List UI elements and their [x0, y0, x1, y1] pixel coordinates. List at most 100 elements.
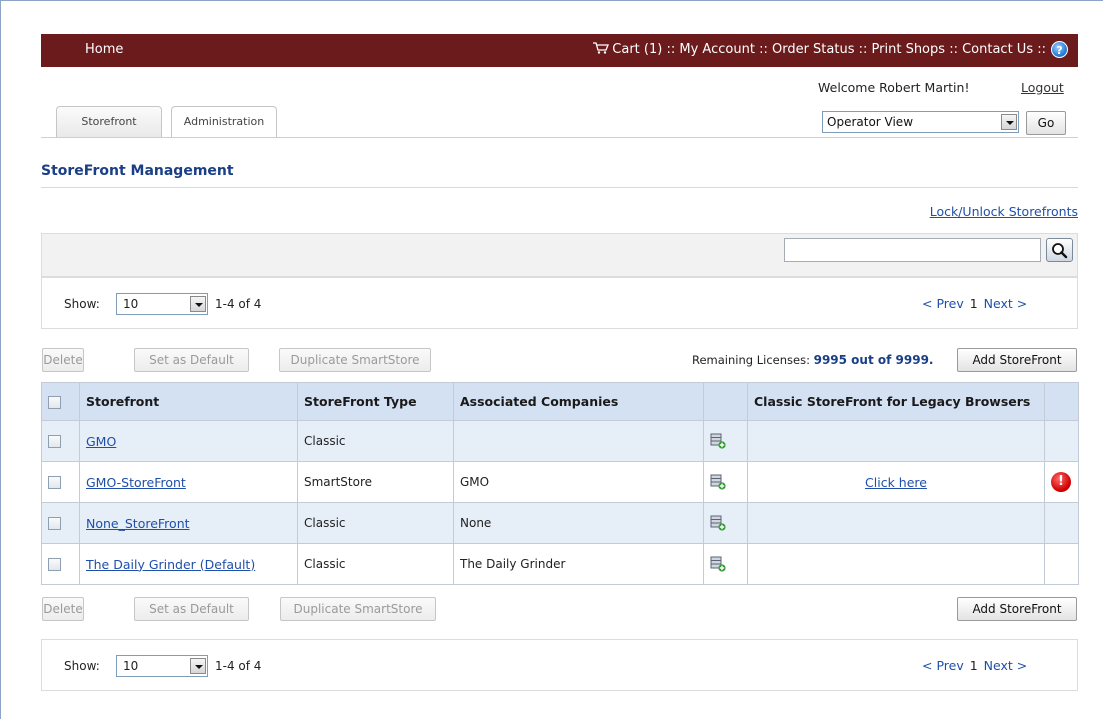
window-border-top — [0, 0, 1103, 1]
nav-cart-link[interactable]: Cart (1) — [612, 42, 662, 57]
database-add-icon[interactable] — [710, 474, 726, 490]
status-cell — [1044, 420, 1079, 462]
delete-button[interactable]: Delete — [42, 348, 84, 372]
prev-page-link[interactable]: < Prev — [922, 658, 964, 673]
row-select-cell — [41, 461, 80, 503]
help-icon[interactable]: ? — [1051, 41, 1068, 58]
duplicate-smartstore-button[interactable]: Duplicate SmartStore — [279, 348, 431, 372]
top-nav-bar: Home Cart (1) :: My Account :: Order Sta… — [41, 34, 1078, 67]
search-input[interactable] — [784, 238, 1041, 262]
nav-home-link[interactable]: Home — [85, 42, 123, 57]
col-header-type[interactable]: StoreFront Type — [297, 382, 454, 421]
search-icon — [1052, 243, 1068, 259]
storefront-type-cell: Classic — [297, 543, 454, 585]
col-header-companies[interactable]: Associated Companies — [453, 382, 704, 421]
icon-cell — [703, 543, 748, 585]
row-checkbox[interactable] — [48, 558, 61, 571]
table-row: GMO-StoreFront SmartStore GMO Click here… — [41, 461, 1079, 503]
chevron-down-icon[interactable] — [190, 658, 206, 674]
storefront-name-cell: The Daily Grinder (Default) — [79, 543, 298, 585]
classic-storefront-cell — [747, 420, 1045, 462]
select-all-cell — [41, 382, 80, 421]
add-storefront-button[interactable]: Add StoreFront — [957, 348, 1077, 372]
icon-cell — [703, 502, 748, 544]
status-cell: ! — [1044, 461, 1079, 503]
col-header-storefront[interactable]: Storefront — [79, 382, 298, 421]
pagination-bottom: < Prev 1 Next > — [922, 658, 1027, 673]
window-border-left — [0, 0, 1, 719]
logout-link[interactable]: Logout — [1021, 80, 1064, 95]
col-header-icon — [703, 382, 748, 421]
storefront-link[interactable]: GMO — [86, 434, 116, 449]
prev-page-link[interactable]: < Prev — [922, 296, 964, 311]
storefront-table: Storefront StoreFront Type Associated Co… — [41, 382, 1079, 585]
nav-separator: :: — [949, 42, 958, 57]
current-page: 1 — [969, 296, 978, 311]
associated-companies-cell: None — [453, 502, 704, 544]
duplicate-smartstore-button-bottom[interactable]: Duplicate SmartStore — [280, 597, 436, 621]
storefront-type-cell: Classic — [297, 420, 454, 462]
storefront-link[interactable]: The Daily Grinder (Default) — [86, 557, 255, 572]
next-page-link[interactable]: Next > — [984, 658, 1028, 673]
row-select-cell — [41, 420, 80, 462]
tab-storefront[interactable]: Storefront — [56, 106, 162, 137]
tab-administration[interactable]: Administration — [171, 106, 277, 138]
icon-cell — [703, 461, 748, 503]
row-select-cell — [41, 543, 80, 585]
row-checkbox[interactable] — [48, 517, 61, 530]
row-select-cell — [41, 502, 80, 544]
chevron-down-icon[interactable] — [1001, 114, 1017, 130]
icon-cell — [703, 420, 748, 462]
row-checkbox[interactable] — [48, 435, 61, 448]
col-header-classic: Classic StoreFront for Legacy Browsers — [747, 382, 1045, 421]
storefront-link[interactable]: GMO-StoreFront — [86, 475, 186, 490]
set-as-default-button[interactable]: Set as Default — [134, 348, 249, 372]
search-button[interactable] — [1046, 238, 1073, 262]
remaining-licenses: Remaining Licenses: 9995 out of 9999. — [692, 353, 934, 367]
database-add-icon[interactable] — [710, 515, 726, 531]
storefront-name-cell: GMO — [79, 420, 298, 462]
storefront-link[interactable]: None_StoreFront — [86, 516, 190, 531]
current-page: 1 — [969, 658, 978, 673]
chevron-down-icon[interactable] — [190, 296, 206, 312]
nav-contact-us-link[interactable]: Contact Us — [962, 42, 1033, 57]
nav-print-shops-link[interactable]: Print Shops — [872, 42, 946, 57]
table-row: GMO Classic — [41, 420, 1079, 462]
database-add-icon[interactable] — [710, 433, 726, 449]
status-cell — [1044, 543, 1079, 585]
row-checkbox[interactable] — [48, 476, 61, 489]
classic-click-here-link[interactable]: Click here — [865, 475, 927, 490]
show-label: Show: — [64, 297, 100, 311]
classic-storefront-cell — [747, 543, 1045, 585]
results-range: 1-4 of 4 — [215, 297, 262, 311]
nav-separator: :: — [1037, 42, 1046, 57]
remaining-licenses-label: Remaining Licenses: — [692, 353, 810, 367]
nav-my-account-link[interactable]: My Account — [679, 42, 755, 57]
associated-companies-cell — [453, 420, 704, 462]
add-storefront-button-bottom[interactable]: Add StoreFront — [957, 597, 1077, 621]
storefront-type-cell: SmartStore — [297, 461, 454, 503]
status-cell — [1044, 502, 1079, 544]
delete-button-bottom[interactable]: Delete — [42, 597, 84, 621]
go-button[interactable]: Go — [1026, 111, 1066, 135]
select-all-checkbox[interactable] — [48, 396, 61, 409]
nav-links: Cart (1) :: My Account :: Order Status :… — [593, 42, 1046, 57]
nav-separator: :: — [666, 42, 676, 57]
database-add-icon[interactable] — [710, 556, 726, 572]
set-as-default-button-bottom[interactable]: Set as Default — [134, 597, 249, 621]
nav-order-status-link[interactable]: Order Status — [772, 42, 855, 57]
next-page-link[interactable]: Next > — [984, 296, 1028, 311]
associated-companies-cell: GMO — [453, 461, 704, 503]
cart-icon[interactable] — [593, 42, 610, 54]
warning-icon[interactable]: ! — [1051, 472, 1071, 492]
view-select[interactable]: Operator View — [822, 111, 1019, 133]
lock-unlock-storefronts-link[interactable]: Lock/Unlock Storefronts — [930, 204, 1078, 219]
table-row: The Daily Grinder (Default) Classic The … — [41, 543, 1079, 585]
title-divider — [41, 187, 1078, 188]
welcome-message: Welcome Robert Martin! — [818, 80, 970, 95]
associated-companies-cell: The Daily Grinder — [453, 543, 704, 585]
storefront-name-cell: None_StoreFront — [79, 502, 298, 544]
table-header-row: Storefront StoreFront Type Associated Co… — [41, 382, 1079, 421]
storefront-type-cell: Classic — [297, 502, 454, 544]
results-range-bottom: 1-4 of 4 — [215, 659, 262, 673]
